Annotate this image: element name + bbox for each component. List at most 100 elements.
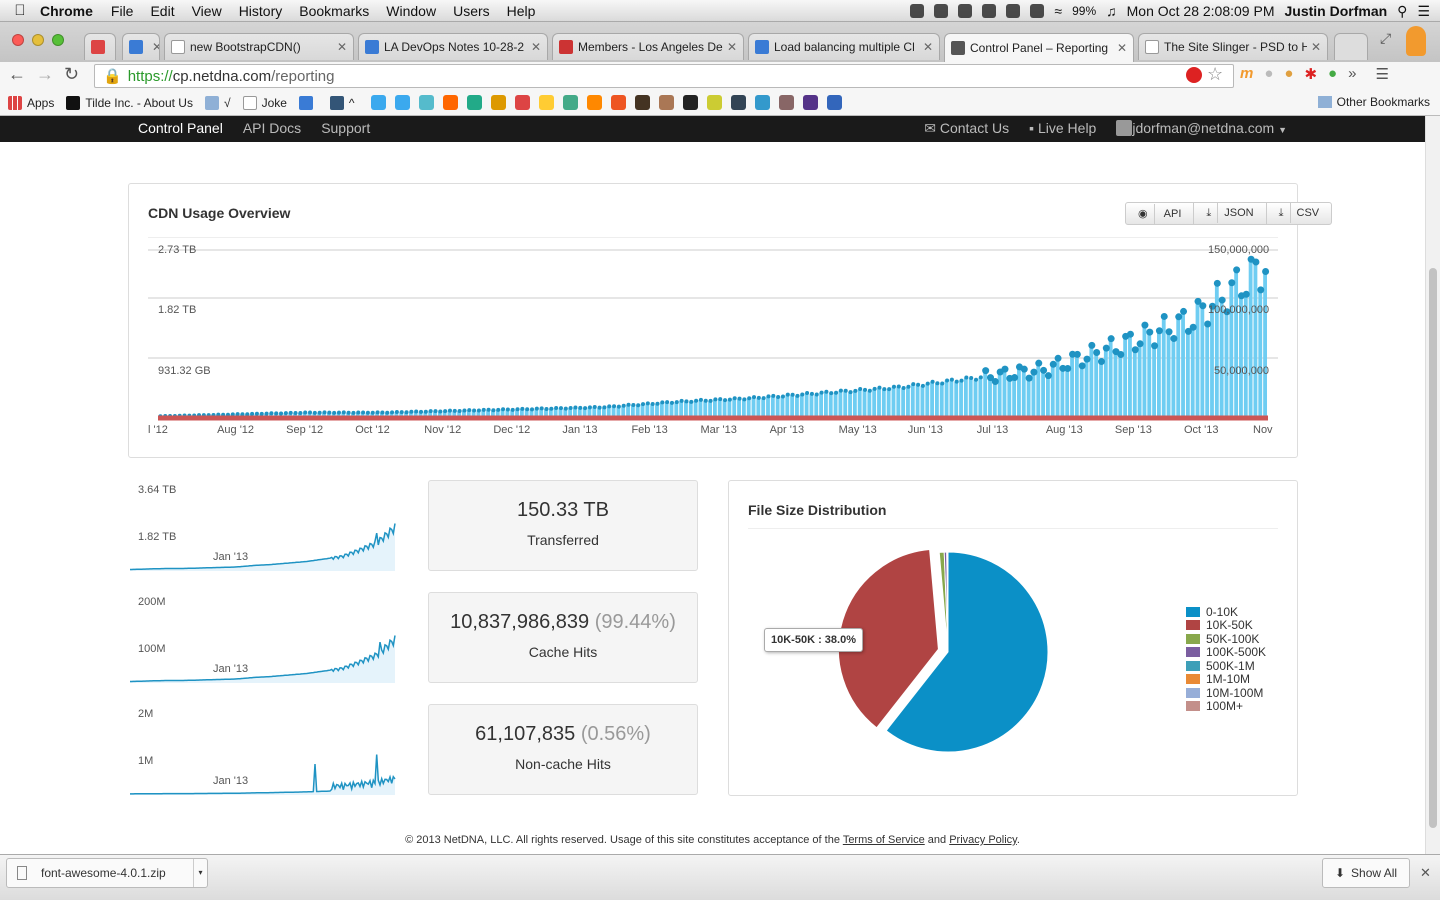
dropbox-icon[interactable] [1006,4,1021,18]
status-icon[interactable] [982,4,997,18]
notification-center-icon[interactable]: ☰ [1417,3,1430,20]
menu-window[interactable]: Window [386,3,436,19]
close-download-bar-icon[interactable]: ✕ [1420,865,1431,881]
bookmark-trello[interactable] [298,95,318,110]
profile-avatar-icon[interactable] [1406,26,1426,56]
tab-devops-notes[interactable]: LA DevOps Notes 10-28-2 ✕ [358,33,548,60]
nav-api-docs[interactable]: API Docs [243,120,301,136]
time-machine-icon[interactable] [1030,4,1045,18]
terms-link[interactable]: Terms of Service [843,834,925,846]
download-item[interactable]: font-awesome-4.0.1.zip ▾ [6,858,208,888]
more-extensions-icon[interactable]: » [1348,65,1356,83]
volume-icon[interactable]: ♫ [1106,3,1117,19]
scrollbar-thumb[interactable] [1429,268,1437,828]
nav-live-help[interactable]: ▪ Live Help [1029,120,1096,137]
status-icon[interactable] [934,4,949,18]
bookmark-icon[interactable] [778,95,794,110]
bookmark-icon[interactable] [538,95,554,110]
user-name[interactable]: Justin Dorfman [1284,3,1387,19]
extension-icon[interactable]: ● [1284,65,1293,83]
csv-button[interactable]: ⤓ CSV [1267,203,1332,224]
tab-load-balancing[interactable]: Load balancing multiple Cl ✕ [748,33,940,60]
android-icon[interactable]: ● [1264,65,1273,83]
bookmark-icon[interactable] [418,95,434,110]
bookmark-icon[interactable] [754,95,770,110]
bookmark-icon[interactable] [826,95,842,110]
legend-item[interactable]: 500K-1M [1186,659,1266,673]
spotlight-icon[interactable]: ⚲ [1397,3,1407,20]
bookmark-icon[interactable] [706,95,722,110]
menu-view[interactable]: View [192,3,222,19]
close-tab-icon[interactable]: ✕ [1117,41,1127,55]
bookmark-icon[interactable] [682,95,698,110]
menu-bookmarks[interactable]: Bookmarks [299,3,369,19]
legend-item[interactable]: 100K-500K [1186,645,1266,659]
close-tab-icon[interactable]: ✕ [531,40,541,54]
legend-item[interactable]: 10K-50K [1186,618,1266,632]
nav-contact-us[interactable]: ✉ Contact Us [924,120,1009,137]
evernote-icon[interactable]: ● [1328,65,1337,83]
soundcloud-icon[interactable] [442,95,458,110]
address-bar[interactable]: 🔒 https://cp.netdna.com/reporting [94,64,1234,88]
bookmark-tilde[interactable]: Tilde Inc. - About Us [66,95,193,110]
bookmark-star-icon[interactable]: ☆ [1207,64,1223,85]
zoom-window-button[interactable] [52,34,64,46]
back-icon[interactable]: ← [8,64,26,85]
menu-icon[interactable]: ☰ [1375,65,1388,83]
battery-percent[interactable]: 99% [1072,4,1096,18]
close-tab-icon[interactable]: ✕ [1311,40,1321,54]
lastpass-icon[interactable]: ✱ [1304,65,1317,83]
api-button[interactable]: ◉ API [1126,203,1195,224]
legend-item[interactable]: 1M-10M [1186,672,1266,686]
bookmark-caret[interactable]: ^ [329,95,355,110]
tab-control-panel[interactable]: Control Panel – Reporting ✕ [944,33,1134,62]
bookmark-icon[interactable] [490,95,506,110]
bookmark-icon[interactable] [610,95,626,110]
privacy-link[interactable]: Privacy Policy [949,834,1017,846]
tab-trello[interactable]: ✕ [122,33,160,60]
menu-file[interactable]: File [111,3,134,19]
apple-icon[interactable]:  [0,2,40,19]
tab-site-slinger[interactable]: The Site Slinger - PSD to H ✕ [1138,33,1328,60]
status-icon[interactable] [958,4,973,18]
json-button[interactable]: ⤓ JSON [1194,203,1267,224]
tab-gmail[interactable] [84,33,116,60]
menu-history[interactable]: History [239,3,283,19]
fullscreen-icon[interactable]: ⤢ [1380,30,1391,47]
bookmark-folder-check[interactable]: √ [204,95,231,110]
status-icon[interactable] [910,4,925,18]
bookmark-icon[interactable] [802,95,818,110]
wifi-icon[interactable]: ≈ [1054,3,1062,19]
close-window-button[interactable] [12,34,24,46]
nav-user-menu[interactable]: jdorfman@netdna.com ▼ [1116,120,1287,137]
show-all-downloads-button[interactable]: ⬇ Show All [1322,858,1410,888]
nav-support[interactable]: Support [321,120,370,136]
bookmark-icon[interactable] [730,95,746,110]
bookmark-apps[interactable]: Apps [8,95,54,110]
legend-item[interactable]: 100M+ [1186,699,1266,713]
gmail-icon[interactable] [514,95,530,110]
drive-icon[interactable] [562,95,578,110]
close-tab-icon[interactable]: ✕ [152,40,159,54]
close-tab-icon[interactable]: ✕ [923,40,933,54]
bookmark-icon[interactable] [466,95,482,110]
bookmark-joke[interactable]: Joke [242,95,287,110]
legend-item[interactable]: 50K-100K [1186,632,1266,646]
menu-app-name[interactable]: Chrome [40,3,93,19]
clock[interactable]: Mon Oct 28 2:08:09 PM [1127,3,1275,19]
new-tab-button[interactable] [1334,33,1368,60]
menu-users[interactable]: Users [453,3,490,19]
minimize-window-button[interactable] [32,34,44,46]
close-tab-icon[interactable]: ✕ [337,40,347,54]
close-tab-icon[interactable]: ✕ [727,40,737,54]
twitter-icon[interactable] [370,95,386,110]
analytics-icon[interactable] [586,95,602,110]
legend-item[interactable]: 10M-100M [1186,686,1266,700]
tab-bootstrapcdn[interactable]: new BootstrapCDN() ✕ [164,33,354,60]
menu-edit[interactable]: Edit [150,3,174,19]
download-menu-icon[interactable]: ▾ [193,859,207,887]
tab-meetup-members[interactable]: Members - Los Angeles De ✕ [552,33,744,60]
extension-m-icon[interactable]: m [1240,65,1253,83]
forward-icon[interactable]: → [36,64,54,85]
menu-help[interactable]: Help [507,3,536,19]
